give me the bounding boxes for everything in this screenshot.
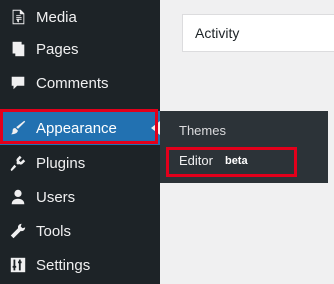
- plugins-icon: [8, 153, 28, 173]
- sidebar-item-label: Plugins: [36, 154, 86, 172]
- media-icon: [8, 7, 28, 27]
- beta-badge: beta: [224, 154, 248, 167]
- sidebar-item-label: Settings: [36, 256, 91, 274]
- submenu-item-themes[interactable]: Themes: [179, 123, 226, 138]
- submenu-item-editor[interactable]: Editor beta: [179, 153, 248, 168]
- sidebar-item-plugins[interactable]: Plugins: [0, 146, 160, 180]
- settings-icon: [8, 255, 28, 275]
- users-icon: [8, 187, 28, 207]
- sidebar-item-label: Media: [36, 8, 77, 26]
- sidebar-item-label: Tools: [36, 222, 72, 240]
- activity-widget[interactable]: Activity: [182, 14, 334, 52]
- sidebar-item-users[interactable]: Users: [0, 180, 160, 214]
- appearance-submenu: Themes Editor beta: [160, 111, 328, 183]
- sidebar-item-tools[interactable]: Tools: [0, 214, 160, 248]
- paintbrush-icon: [8, 118, 28, 138]
- sidebar-item-media[interactable]: Media: [0, 0, 160, 34]
- sidebar-item-label: Users: [36, 188, 76, 206]
- sidebar-item-comments[interactable]: Comments: [0, 66, 160, 100]
- sidebar-item-label: Comments: [36, 74, 109, 92]
- sidebar-item-label: Pages: [36, 40, 79, 58]
- sidebar-item-label: Appearance: [36, 119, 117, 137]
- pages-icon: [8, 39, 28, 59]
- admin-sidebar: Media Pages Comments Appearance Plugins …: [0, 0, 160, 284]
- sidebar-item-appearance[interactable]: Appearance: [0, 111, 160, 145]
- submenu-item-label: Editor: [179, 153, 213, 168]
- sidebar-item-settings[interactable]: Settings: [0, 248, 160, 282]
- wrench-icon: [8, 221, 28, 241]
- comments-icon: [8, 73, 28, 93]
- sidebar-item-pages[interactable]: Pages: [0, 32, 160, 66]
- current-menu-arrow: [151, 121, 160, 135]
- activity-widget-title: Activity: [195, 25, 240, 41]
- submenu-item-label: Themes: [179, 123, 226, 138]
